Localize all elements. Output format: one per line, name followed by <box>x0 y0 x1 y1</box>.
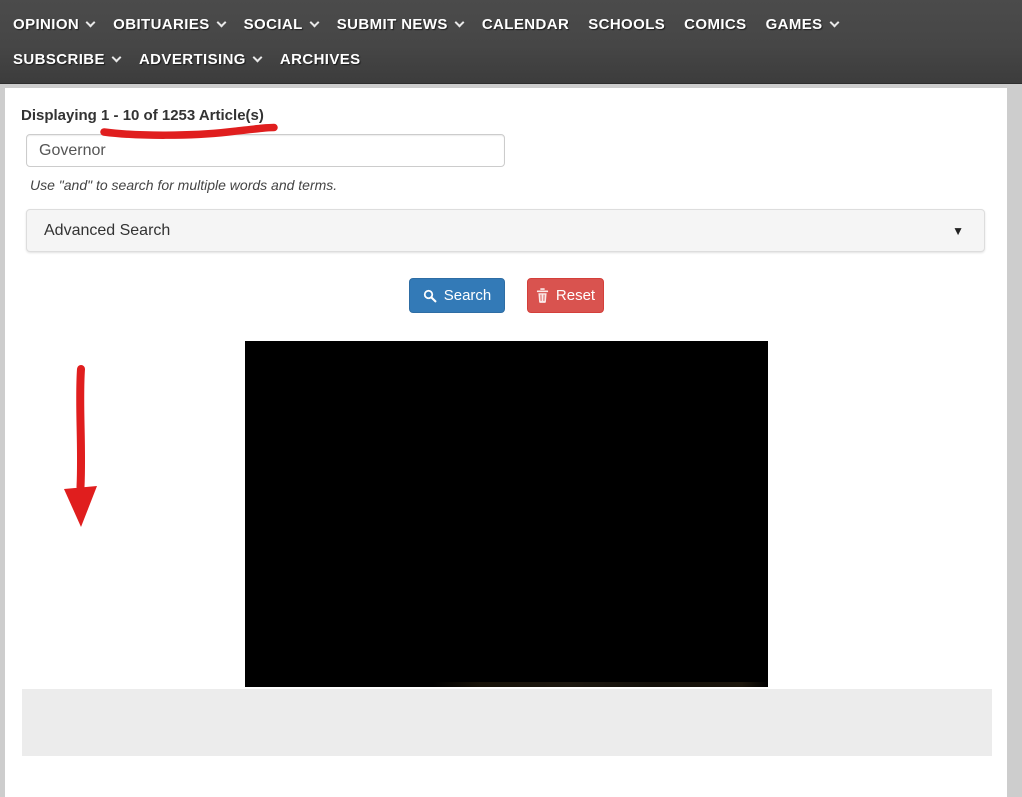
chevron-down-icon <box>216 18 226 28</box>
caret-down-icon: ▼ <box>952 225 964 237</box>
chevron-down-icon <box>86 18 96 28</box>
nav-label: CALENDAR <box>482 16 569 33</box>
nav-label: OBITUARIES <box>113 16 210 33</box>
nav-label: GAMES <box>766 16 823 33</box>
nav-label: SOCIAL <box>244 16 303 33</box>
chevron-down-icon <box>829 18 839 28</box>
main-navbar: OPINION OBITUARIES SOCIAL SUBMIT NEWS CA… <box>0 0 1022 84</box>
chevron-down-icon <box>252 53 262 63</box>
nav-label: SUBMIT NEWS <box>337 16 448 33</box>
nav-item-opinion[interactable]: OPINION <box>13 16 94 33</box>
advanced-search-label: Advanced Search <box>44 222 170 240</box>
nav-item-calendar[interactable]: CALENDAR <box>482 16 569 33</box>
nav-item-subscribe[interactable]: SUBSCRIBE <box>13 51 120 68</box>
nav-label: OPINION <box>13 16 79 33</box>
nav-label: ADVERTISING <box>139 51 246 68</box>
nav-label: ARCHIVES <box>280 51 361 68</box>
chevron-down-icon <box>454 18 464 28</box>
trash-icon <box>536 288 549 303</box>
nav-item-advertising[interactable]: ADVERTISING <box>139 51 261 68</box>
nav-item-obituaries[interactable]: OBITUARIES <box>113 16 225 33</box>
nav-item-comics[interactable]: COMICS <box>684 16 746 33</box>
search-input[interactable] <box>26 134 505 167</box>
nav-item-submit-news[interactable]: SUBMIT NEWS <box>337 16 463 33</box>
redacted-content-image <box>245 341 768 687</box>
nav-item-archives[interactable]: ARCHIVES <box>280 51 361 68</box>
advanced-search-toggle[interactable]: Advanced Search ▼ <box>26 209 985 252</box>
nav-item-games[interactable]: GAMES <box>766 16 838 33</box>
chevron-down-icon <box>309 18 319 28</box>
nav-item-social[interactable]: SOCIAL <box>244 16 318 33</box>
nav-item-schools[interactable]: SCHOOLS <box>588 16 665 33</box>
reset-button[interactable]: Reset <box>527 278 604 313</box>
search-helper-text: Use "and" to search for multiple words a… <box>30 177 337 193</box>
navbar-row-1: OPINION OBITUARIES SOCIAL SUBMIT NEWS CA… <box>13 7 1022 42</box>
search-button[interactable]: Search <box>409 278 505 313</box>
nav-label: SUBSCRIBE <box>13 51 105 68</box>
reset-button-label: Reset <box>556 287 595 304</box>
chevron-down-icon <box>112 53 122 63</box>
search-icon <box>423 289 437 303</box>
navbar-row-2: SUBSCRIBE ADVERTISING ARCHIVES <box>13 42 1022 77</box>
footer-placeholder-bar <box>22 689 992 756</box>
search-button-label: Search <box>444 287 492 304</box>
nav-label: COMICS <box>684 16 746 33</box>
results-summary: Displaying 1 - 10 of 1253 Article(s) <box>21 107 264 124</box>
nav-label: SCHOOLS <box>588 16 665 33</box>
